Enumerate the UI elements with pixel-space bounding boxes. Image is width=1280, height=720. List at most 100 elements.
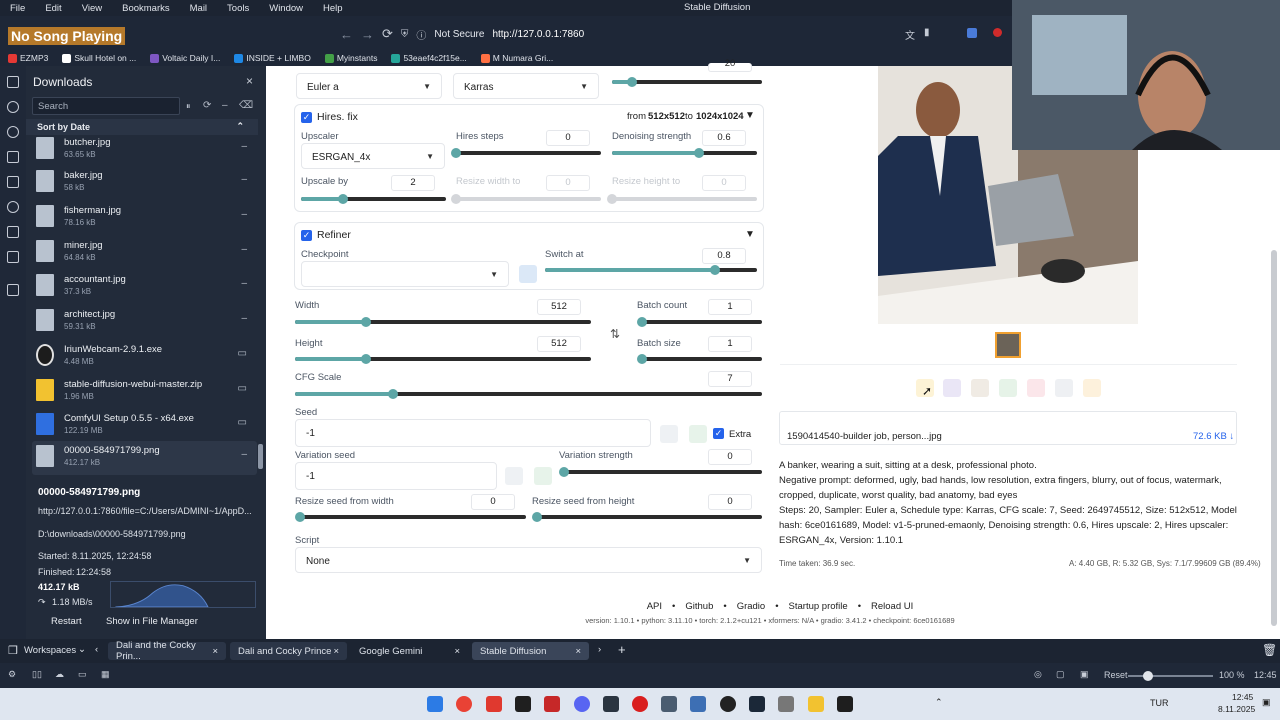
translate-panel-icon[interactable] — [7, 176, 19, 188]
img2img-icon[interactable] — [999, 379, 1017, 397]
download-action-icon[interactable]: – — [241, 449, 247, 460]
swap-dimensions-icon[interactable]: ⇅ — [610, 327, 620, 341]
output-file-name[interactable]: 1590414540-builder job, person...jpg — [787, 431, 942, 442]
footer-reload-link[interactable]: Reload UI — [871, 601, 913, 612]
vm-app-icon[interactable] — [690, 696, 706, 712]
download-item[interactable]: stable-diffusion-webui-master.zip 1.96 MB… — [32, 375, 257, 409]
workspaces-icon[interactable]: ❒ — [8, 644, 18, 657]
variation-seed-input[interactable]: -1 — [295, 462, 497, 490]
footer-api-link[interactable]: API — [647, 601, 662, 612]
recycle-icon[interactable] — [689, 425, 707, 443]
download-item[interactable]: architect.jpg 59.31 kB – — [32, 305, 257, 339]
download-action-icon[interactable]: – — [241, 209, 247, 220]
show-in-file-manager-button[interactable]: Show in File Manager — [106, 616, 198, 627]
denoising-slider[interactable] — [612, 148, 757, 158]
collapse-icon[interactable]: ▼ — [745, 229, 755, 240]
output-file-size[interactable]: 72.6 KB ↓ — [1193, 431, 1234, 442]
footer-github-link[interactable]: Github — [685, 601, 713, 612]
checkpoint-select[interactable]: ▼ — [301, 261, 509, 287]
scrollbar-thumb[interactable] — [258, 444, 263, 469]
footer-startup-link[interactable]: Startup profile — [789, 601, 848, 612]
batch-size-field[interactable]: 1 — [708, 336, 752, 352]
clear-icon[interactable]: ⌫ — [239, 100, 253, 111]
capture-icon[interactable]: ▭ — [78, 669, 87, 680]
zoom-slider[interactable] — [1128, 675, 1213, 677]
bookmark-item[interactable]: Skull Hotel on ... — [62, 53, 136, 63]
refresh-checkpoint-icon[interactable] — [519, 265, 537, 283]
dice-icon[interactable] — [505, 467, 523, 485]
url-text[interactable]: http://127.0.0.1:7860 — [492, 29, 584, 40]
window-icon[interactable] — [7, 201, 19, 213]
seed-input[interactable]: -1 — [295, 419, 651, 447]
height-field[interactable]: 512 — [537, 336, 581, 352]
save-icon[interactable] — [943, 379, 961, 397]
refresh-icon[interactable]: ⟳ — [203, 100, 211, 111]
variation-strength-slider[interactable] — [559, 467, 762, 477]
close-icon[interactable]: × — [333, 646, 339, 657]
panel-toggle-icon[interactable]: ▯▯ — [32, 669, 42, 680]
pause-icon[interactable]: ⏸ — [186, 101, 191, 112]
steam-icon[interactable] — [749, 696, 765, 712]
workspaces-button[interactable]: Workspaces — [24, 645, 76, 656]
screenshot-icon[interactable]: ◎ — [1034, 669, 1042, 680]
switch-at-slider[interactable] — [545, 265, 757, 275]
extension-icon[interactable] — [967, 28, 977, 38]
bookmark-item[interactable]: INSIDE + LIMBO — [234, 53, 311, 63]
upscale-by-slider[interactable] — [301, 194, 446, 204]
image-toggle-icon[interactable]: ▣ — [1080, 669, 1089, 680]
add-panel-icon[interactable] — [7, 284, 19, 296]
tab-dali-cocky-prin[interactable]: Dali and the Cocky Prin... × — [108, 640, 226, 662]
sampler-select[interactable]: Euler a ▼ — [296, 73, 442, 99]
notes-icon[interactable] — [7, 151, 19, 163]
close-icon[interactable]: × — [246, 74, 253, 88]
new-tab-icon[interactable]: + — [618, 642, 626, 657]
hires-fix-checkbox[interactable]: ✓ — [301, 112, 312, 123]
folder-icon[interactable]: ▭ — [238, 348, 247, 359]
hires-steps-slider[interactable] — [451, 148, 601, 158]
denoising-field[interactable]: 0.6 — [702, 130, 746, 146]
width-field[interactable]: 512 — [537, 299, 581, 315]
resize-seed-height-field[interactable]: 0 — [708, 494, 752, 510]
window-app-icon[interactable] — [661, 696, 677, 712]
recycle-icon[interactable] — [534, 467, 552, 485]
vivaldi-icon[interactable] — [486, 696, 502, 712]
chevron-up-icon[interactable]: ⌃ — [236, 121, 244, 132]
tab-dali-and-cocky-prince[interactable]: Dali and Cocky Prince × — [230, 642, 347, 660]
script-select[interactable]: None ▼ — [295, 547, 762, 573]
cloud-icon[interactable]: ☁ — [55, 669, 64, 680]
terminal-icon[interactable] — [515, 696, 531, 712]
close-icon[interactable]: × — [575, 646, 581, 657]
detail-source[interactable]: http://127.0.0.1:7860/file=C:/Users/ADMI… — [38, 506, 252, 516]
resize-seed-height-slider[interactable] — [532, 512, 762, 522]
zoom-reset-button[interactable]: Reset — [1104, 670, 1128, 680]
schedule-select[interactable]: Karras ▼ — [453, 73, 599, 99]
menu-file[interactable]: File — [0, 3, 35, 14]
page-scrollbar[interactable] — [1271, 250, 1277, 626]
sampling-steps-slider[interactable] — [612, 77, 762, 87]
bookmark-item[interactable]: Voltaic Daily I... — [150, 53, 220, 63]
batch-count-field[interactable]: 1 — [708, 299, 752, 315]
reading-list-icon[interactable] — [7, 226, 19, 238]
sampling-steps-field[interactable]: 20 — [708, 59, 752, 72]
minus-icon[interactable]: – — [222, 100, 228, 111]
download-item[interactable]: accountant.jpg 37.3 kB – — [32, 270, 257, 304]
panel-icon[interactable] — [7, 76, 19, 88]
chevron-down-icon[interactable]: ⌄ — [78, 644, 86, 655]
menu-view[interactable]: View — [72, 3, 112, 14]
chevron-right-icon[interactable]: › — [598, 644, 601, 655]
upscale-by-field[interactable]: 2 — [391, 175, 435, 191]
chrome-icon[interactable] — [456, 696, 472, 712]
folder-icon[interactable]: ▭ — [238, 417, 247, 428]
close-icon[interactable]: × — [212, 646, 218, 657]
download-item-selected[interactable]: 00000-584971799.png 412.17 kB – — [32, 441, 257, 475]
download-item[interactable]: butcher.jpg 63.65 kB – — [32, 133, 257, 167]
resize-height-slider[interactable] — [607, 194, 757, 204]
menu-mail[interactable]: Mail — [180, 3, 217, 14]
bookmark-item[interactable]: EZMP3 — [8, 53, 48, 63]
mail-icon[interactable] — [7, 251, 19, 263]
inpaint-icon[interactable] — [1027, 379, 1045, 397]
app-icon[interactable] — [603, 696, 619, 712]
download-action-icon[interactable]: – — [241, 174, 247, 185]
collapse-icon[interactable]: ▼ — [745, 110, 755, 121]
download-item[interactable]: IriunWebcam-2.9.1.exe 4.48 MB ▭ — [32, 340, 257, 374]
